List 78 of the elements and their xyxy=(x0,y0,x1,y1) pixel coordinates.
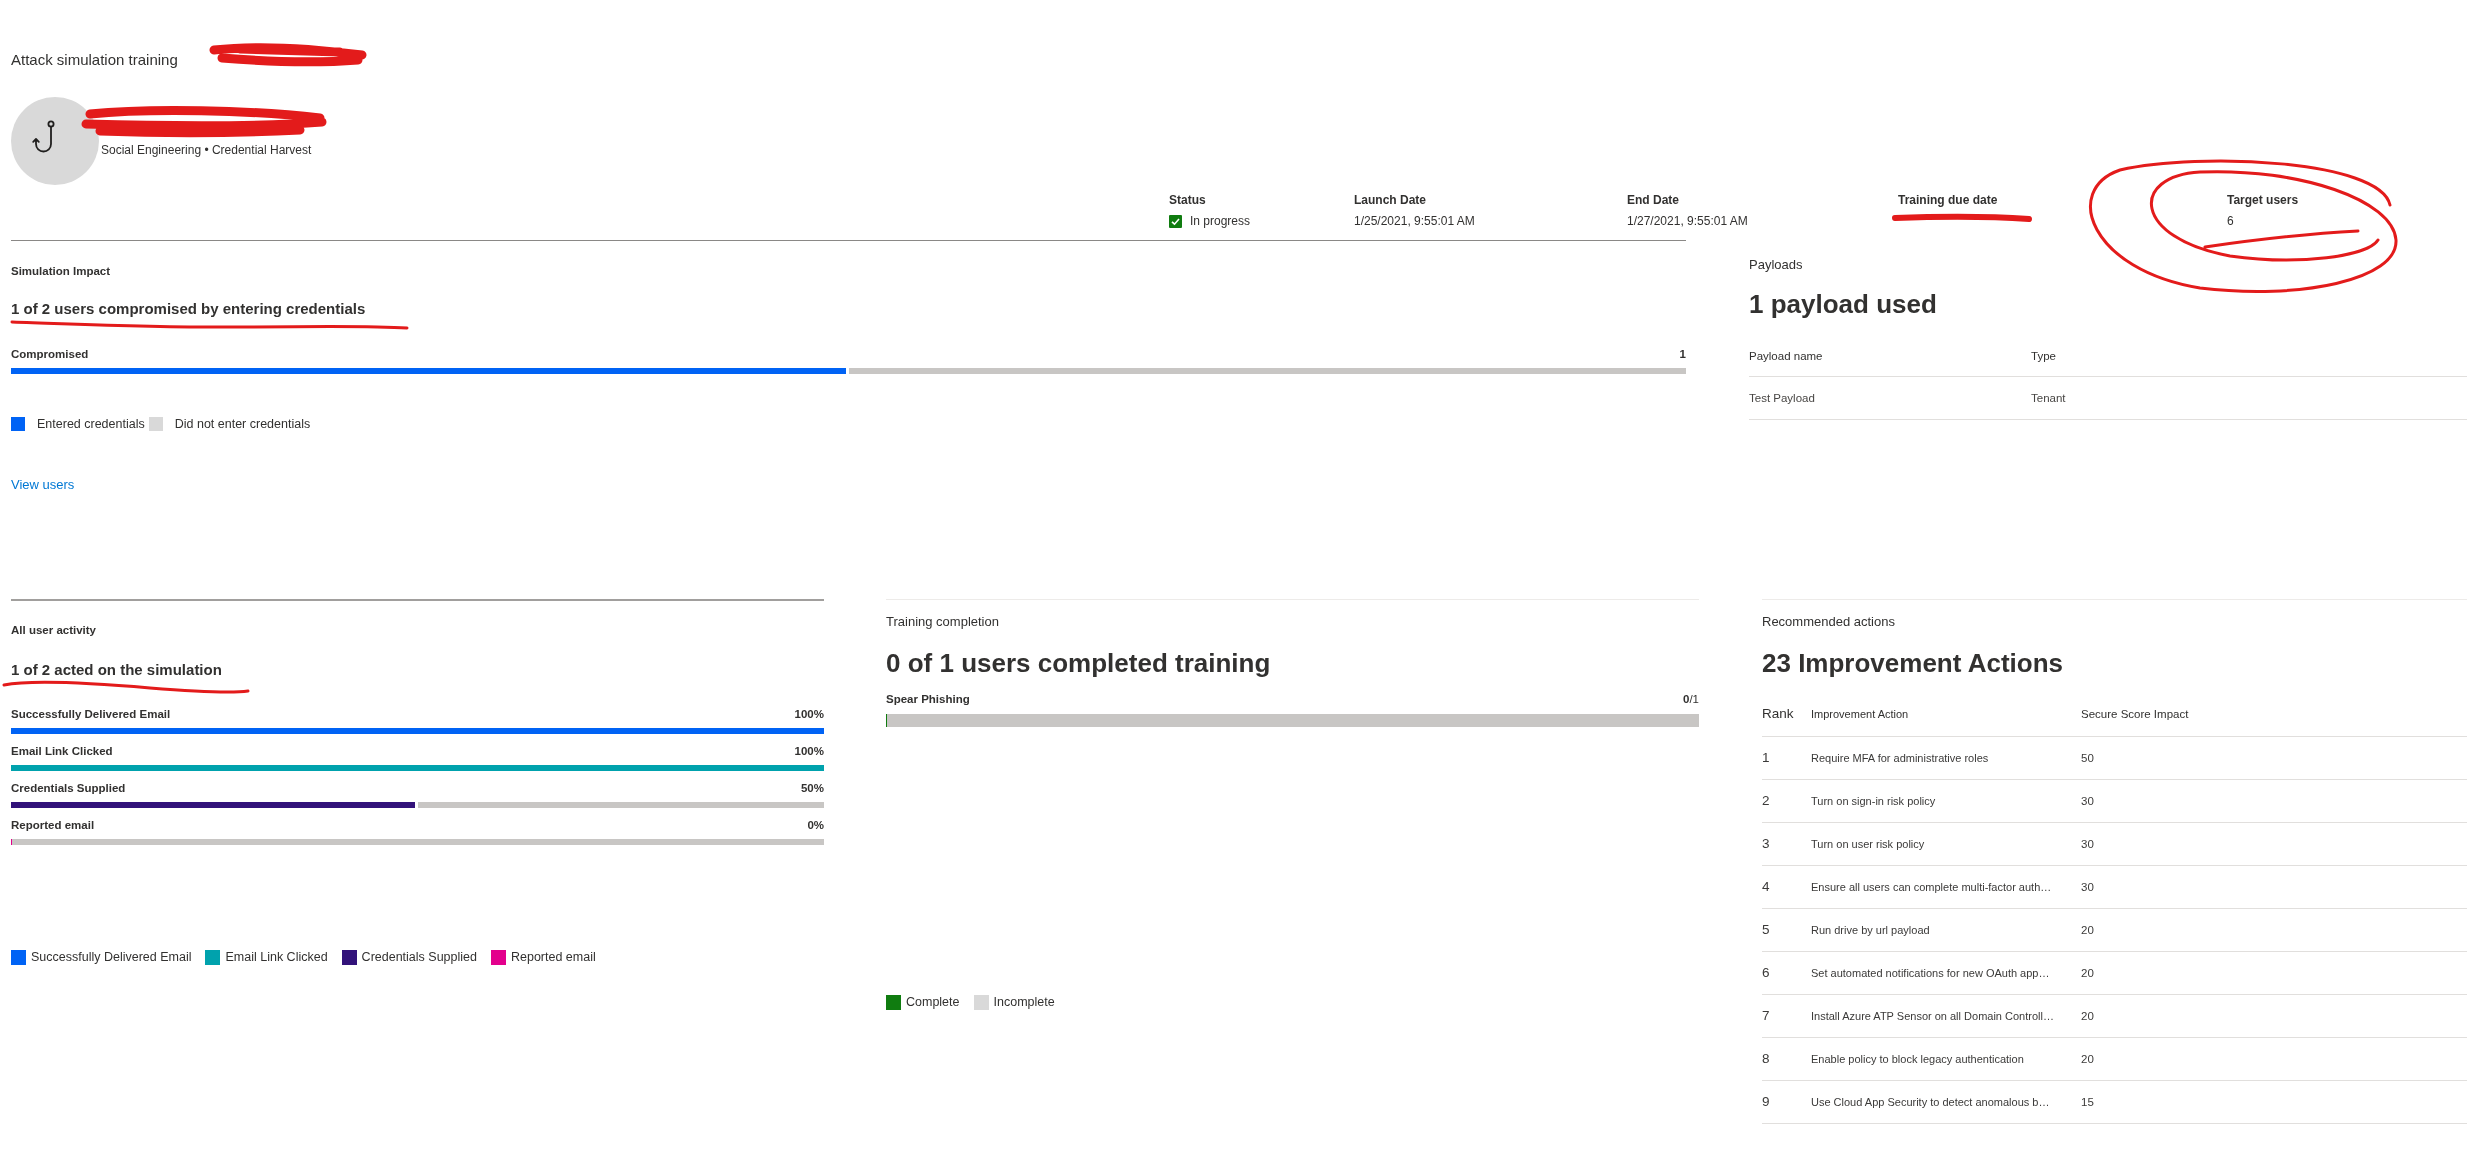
table-cell: 5 xyxy=(1762,908,1811,951)
table-cell: 7 xyxy=(1762,994,1811,1037)
bar-percent: 100% xyxy=(794,744,824,759)
column-header: Improvement Action xyxy=(1811,692,2081,736)
table-cell: Tenant xyxy=(2031,376,2467,419)
bar-percent: 100% xyxy=(794,707,824,722)
legend-label: Did not enter credentials xyxy=(174,416,311,432)
table-cell: Use Cloud App Security to detect anomalous b… xyxy=(1811,1080,2081,1123)
table-cell: 20 xyxy=(2081,951,2467,994)
table-cell: 4 xyxy=(1762,865,1811,908)
bar-percent: 50% xyxy=(800,781,824,796)
table-cell: Require MFA for administrative roles xyxy=(1811,736,2081,779)
section-title: All user activity xyxy=(11,623,96,638)
column-header: Payload name xyxy=(1749,337,2031,376)
table-cell: 6 xyxy=(1762,951,1811,994)
table-cell: Test Payload xyxy=(1749,376,2031,419)
detail-value: 6 xyxy=(2227,213,2234,229)
status-value: In progress xyxy=(1190,213,1251,229)
section-headline: 1 of 2 acted on the simulation xyxy=(11,660,222,680)
column-header: Rank xyxy=(1762,692,1811,736)
breadcrumb-link[interactable]: Attack simulation training xyxy=(11,50,178,70)
bar-label: Successfully Delivered Email xyxy=(11,707,171,722)
simulation-subtitle: Social Engineering • Credential Harvest xyxy=(101,142,312,158)
table-cell: Run drive by url payload xyxy=(1811,908,2081,951)
section-headline: 1 payload used xyxy=(1749,288,1937,320)
bar-percent: 0% xyxy=(807,818,824,833)
table-cell: Turn on sign-in risk policy xyxy=(1811,779,2081,822)
legend-label: Reported email xyxy=(510,949,596,965)
table-cell: Turn on user risk policy xyxy=(1811,822,2081,865)
hook-icon xyxy=(11,97,99,185)
table-cell: Ensure all users can complete multi-factor auth… xyxy=(1811,865,2081,908)
bar-label: Compromised xyxy=(11,347,89,362)
column-header: Type xyxy=(2031,337,2467,376)
bar-label: Reported email xyxy=(11,818,95,833)
table-cell: 50 xyxy=(2081,736,2467,779)
table-cell: 20 xyxy=(2081,994,2467,1037)
table-cell: 30 xyxy=(2081,865,2467,908)
detail-label: Training due date xyxy=(1898,192,1998,208)
table-cell: 9 xyxy=(1762,1080,1811,1123)
section-title: Simulation Impact xyxy=(11,264,111,279)
bar-count: 1 xyxy=(1679,347,1686,362)
detail-label: End Date xyxy=(1627,192,1679,208)
legend-label: Email Link Clicked xyxy=(225,949,328,965)
section-headline: 23 Improvement Actions xyxy=(1762,647,2063,679)
detail-value: 1/27/2021, 9:55:01 AM xyxy=(1627,213,1748,229)
bar-label: Email Link Clicked xyxy=(11,744,113,759)
detail-label: Target users xyxy=(2227,192,2299,208)
table-cell: 15 xyxy=(2081,1080,2467,1123)
table-cell: Set automated notifications for new OAuth app… xyxy=(1811,951,2081,994)
table-cell: 30 xyxy=(2081,822,2467,865)
section-title: Training completion xyxy=(886,614,999,630)
section-headline: 1 of 2 users compromised by entering credentials xyxy=(11,299,366,319)
legend-label: Credentials Supplied xyxy=(361,949,477,965)
column-header: Secure Score Impact xyxy=(2081,692,2467,736)
section-headline: 0 of 1 users completed training xyxy=(886,647,1271,679)
legend-label: Successfully Delivered Email xyxy=(31,949,192,965)
view-users-link[interactable]: View users xyxy=(11,476,75,494)
detail-label: Launch Date xyxy=(1354,192,1426,208)
table-cell: 2 xyxy=(1762,779,1811,822)
table-cell: 8 xyxy=(1762,1037,1811,1080)
detail-label: Status xyxy=(1169,192,1206,208)
table-cell: 20 xyxy=(2081,1037,2467,1080)
check-icon xyxy=(1169,214,1182,228)
detail-value: 1/25/2021, 9:55:01 AM xyxy=(1354,213,1475,229)
table-cell: 3 xyxy=(1762,822,1811,865)
bar-label: Credentials Supplied xyxy=(11,781,126,796)
table-cell: Enable policy to block legacy authentication xyxy=(1811,1037,2081,1080)
legend-label: Entered credentials xyxy=(37,416,145,432)
table-cell: Install Azure ATP Sensor on all Domain Controll… xyxy=(1811,994,2081,1037)
legend-label: Incomplete xyxy=(993,994,1055,1010)
table-cell: 1 xyxy=(1762,736,1811,779)
section-title: Payloads xyxy=(1749,257,1803,273)
progress-count: 0/1 xyxy=(1683,692,1699,707)
legend-label: Complete xyxy=(906,994,960,1010)
table-cell: 30 xyxy=(2081,779,2467,822)
section-title: Recommended actions xyxy=(1762,614,1895,630)
bar-label: Spear Phishing xyxy=(886,692,970,707)
table-cell: 20 xyxy=(2081,908,2467,951)
